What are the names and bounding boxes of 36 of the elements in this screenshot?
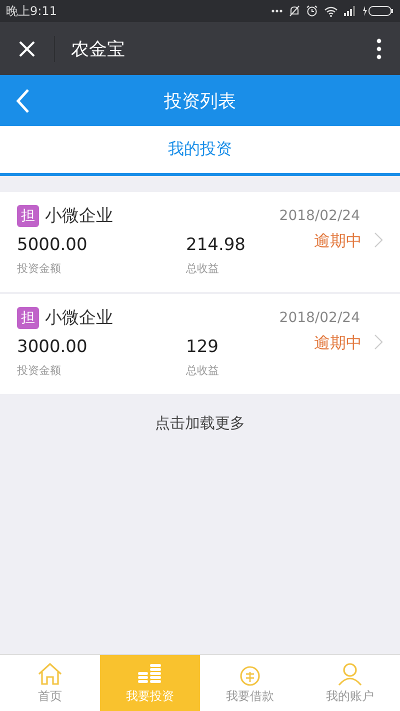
- product-name: 小微企业: [45, 307, 114, 329]
- guarantee-badge: 担: [17, 306, 39, 328]
- status-text: 逾期中: [314, 333, 362, 354]
- coin-stack-icon: [137, 662, 163, 686]
- notification-dots-icon: [271, 9, 283, 13]
- app-title: 农金宝: [71, 38, 126, 60]
- signal-icon: [344, 6, 356, 16]
- investment-card[interactable]: 担 小微企业 2018/02/24 5000.00 投资金额 214.98 总收益 逾期中: [0, 192, 400, 292]
- wifi-icon: [324, 6, 338, 16]
- amount-label: 投资金额: [17, 261, 62, 276]
- home-icon: [37, 662, 63, 686]
- investment-date: 2018/02/24: [279, 310, 360, 326]
- more-icon[interactable]: [376, 38, 382, 60]
- status-time: 晚上9:11: [6, 2, 57, 20]
- status-text: 逾期中: [314, 231, 362, 252]
- amount-label: 投资金额: [17, 363, 62, 378]
- close-icon[interactable]: [18, 40, 36, 58]
- investment-amount: 5000.00: [17, 235, 88, 255]
- muted-bell-icon: [289, 5, 300, 17]
- person-icon: [337, 662, 363, 686]
- back-icon[interactable]: [16, 88, 30, 114]
- product-name: 小微企业: [45, 205, 114, 227]
- investment-date: 2018/02/24: [279, 208, 360, 224]
- total-earnings: 129: [186, 337, 220, 357]
- load-more-link[interactable]: 点击加载更多: [0, 396, 400, 451]
- chevron-right-icon: [374, 232, 383, 248]
- chevron-right-icon: [374, 334, 383, 350]
- alarm-icon: [306, 5, 318, 17]
- page-title: 投资列表: [163, 90, 237, 112]
- total-earnings: 214.98: [186, 235, 246, 255]
- battery-icon: [362, 5, 394, 17]
- investment-card[interactable]: 担 小微企业 2018/02/24 3000.00 投资金额 129 总收益 逾期中: [0, 294, 400, 394]
- guarantee-badge: 担: [17, 204, 39, 226]
- earnings-label: 总收益: [186, 363, 220, 378]
- investment-amount: 3000.00: [17, 337, 88, 357]
- earnings-label: 总收益: [186, 261, 220, 276]
